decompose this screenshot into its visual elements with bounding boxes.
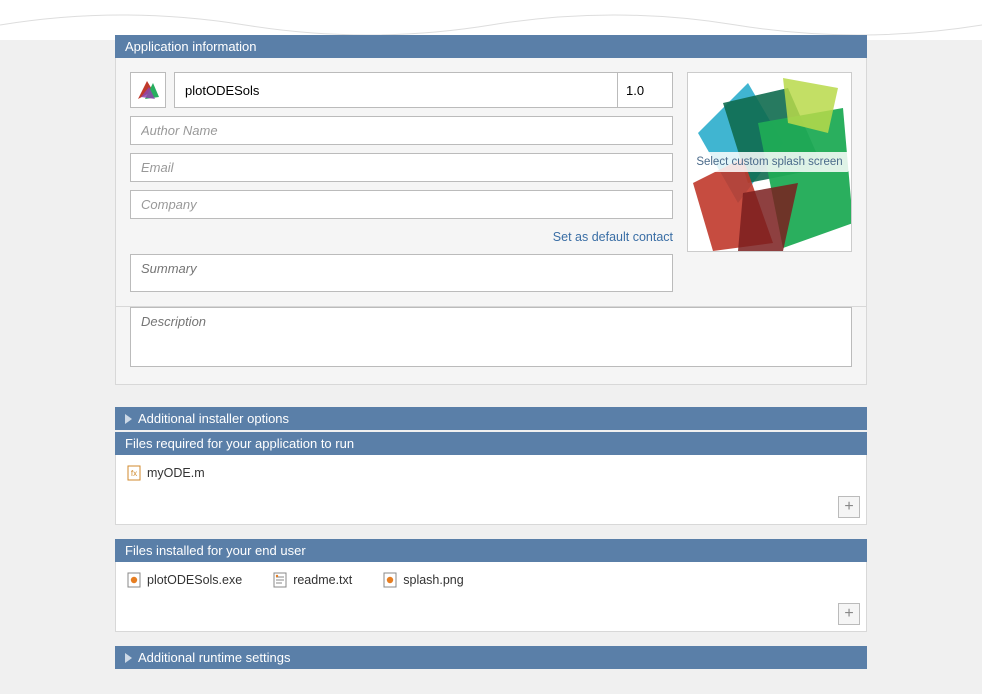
file-item[interactable]: splash.png <box>382 572 463 588</box>
additional-runtime-title: Additional runtime settings <box>138 650 290 665</box>
file-name: splash.png <box>403 573 463 587</box>
additional-runtime-header[interactable]: Additional runtime settings <box>115 646 867 669</box>
files-installed-list: plotODESols.exe readme.txt splash.png + <box>115 562 867 632</box>
png-file-icon <box>382 572 398 588</box>
description-input[interactable] <box>130 307 852 367</box>
txt-file-icon <box>272 572 288 588</box>
app-version-input[interactable] <box>618 72 673 108</box>
splash-label: Select custom splash screen <box>690 152 848 172</box>
matlab-colorful-icon <box>135 77 161 103</box>
set-default-contact-link[interactable]: Set as default contact <box>553 230 673 244</box>
company-input[interactable] <box>130 190 673 219</box>
email-input[interactable] <box>130 153 673 182</box>
add-required-file-button[interactable]: + <box>838 496 860 518</box>
file-name: myODE.m <box>147 466 205 480</box>
files-required-title: Files required for your application to r… <box>125 436 354 451</box>
app-info-title: Application information <box>125 39 257 54</box>
file-item[interactable]: readme.txt <box>272 572 352 588</box>
files-required-header: Files required for your application to r… <box>115 432 867 455</box>
svg-text:fx: fx <box>131 469 137 478</box>
chevron-right-icon <box>125 414 132 424</box>
app-info-header: Application information <box>115 35 867 58</box>
files-installed-title: Files installed for your end user <box>125 543 306 558</box>
additional-installer-header[interactable]: Additional installer options <box>115 407 867 430</box>
file-name: plotODESols.exe <box>147 573 242 587</box>
exe-file-icon <box>126 572 142 588</box>
chevron-right-icon <box>125 653 132 663</box>
m-file-icon: fx <box>126 465 142 481</box>
app-name-input[interactable] <box>174 72 618 108</box>
author-input[interactable] <box>130 116 673 145</box>
file-item[interactable]: fx myODE.m <box>126 465 205 481</box>
add-installed-file-button[interactable]: + <box>838 603 860 625</box>
splash-screen-selector[interactable]: Select custom splash screen <box>687 72 852 252</box>
files-installed-header: Files installed for your end user <box>115 539 867 562</box>
summary-input[interactable] <box>130 254 673 292</box>
app-info-body: Set as default contact Select custom spl… <box>115 58 867 307</box>
app-icon-button[interactable] <box>130 72 166 108</box>
file-name: readme.txt <box>293 573 352 587</box>
additional-installer-title: Additional installer options <box>138 411 289 426</box>
file-item[interactable]: plotODESols.exe <box>126 572 242 588</box>
files-required-list: fx myODE.m + <box>115 455 867 525</box>
